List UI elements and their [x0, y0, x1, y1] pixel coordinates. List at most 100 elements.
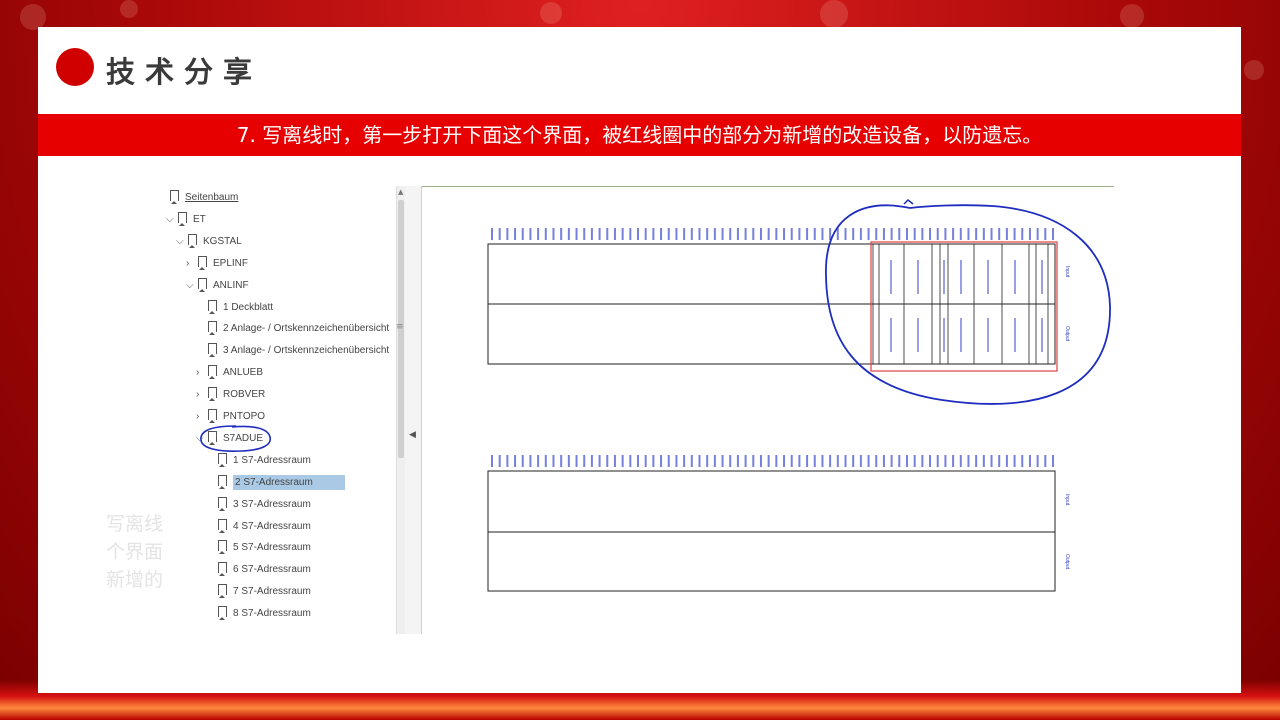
scroll-up-icon[interactable]: ▲ [398, 188, 403, 196]
address-tick [736, 455, 739, 467]
address-tick [859, 455, 862, 467]
tree-item[interactable]: 3 Anlage- / Ortskennzeichenübersicht [196, 341, 389, 361]
address-tick [744, 455, 747, 467]
tree-item[interactable]: Seitenbaum [170, 188, 238, 208]
address-tick [852, 228, 855, 240]
address-tick [613, 228, 616, 240]
title-bullet-icon [56, 48, 94, 86]
chevron-down-icon[interactable]: ⌵ [176, 232, 188, 252]
tree-item[interactable]: 1 S7-Adressraum [206, 451, 311, 471]
address-tick [975, 455, 978, 467]
address-tick [706, 455, 709, 467]
address-tick [521, 228, 524, 240]
bookmark-icon [170, 190, 179, 204]
tree-item-label: EPLINF [213, 257, 249, 269]
tree-item[interactable]: 3 S7-Adressraum [206, 495, 311, 515]
address-tick [836, 228, 839, 240]
address-tick [660, 455, 663, 467]
bookmark-icon [208, 343, 217, 358]
address-tick [1028, 455, 1031, 467]
address-tick [652, 228, 655, 240]
address-tick [1021, 455, 1024, 467]
chevron-down-icon[interactable]: ⌵ [186, 276, 198, 296]
chevron-right-icon[interactable]: › [186, 254, 198, 274]
address-tick [936, 455, 939, 467]
address-tick [998, 228, 1001, 240]
address-tick [936, 228, 939, 240]
tree-item[interactable]: 7 S7-Adressraum [206, 582, 311, 602]
panel2-output-label: Output [1064, 554, 1070, 570]
tree-item[interactable]: ⌵ ET [166, 210, 206, 230]
tree-item-label: 3 S7-Adressraum [233, 498, 311, 510]
address-tick [783, 455, 786, 467]
collapse-left-icon[interactable]: ◀ [409, 430, 416, 440]
chevron-right-icon[interactable]: › [196, 385, 208, 405]
address-tick [852, 455, 855, 467]
tree-item[interactable]: 6 S7-Adressraum [206, 560, 311, 580]
tree-item[interactable]: ⌵ ANLINF [186, 276, 249, 296]
address-tick [567, 228, 570, 240]
address-tick [752, 455, 755, 467]
address-tick [637, 455, 640, 467]
panel-splitter[interactable]: ≡ ◀ [396, 186, 422, 634]
address-tick [491, 455, 493, 467]
tree-item[interactable]: 2 Anlage- / Ortskennzeichenübersicht [196, 319, 389, 339]
address-tick [537, 228, 540, 240]
chevron-right-icon[interactable]: › [196, 363, 208, 383]
bookmark-icon [208, 409, 217, 423]
address-tick [552, 228, 555, 240]
address-tick [690, 455, 693, 467]
chevron-down-icon[interactable]: ⌵ [166, 210, 178, 230]
address-tick [721, 228, 724, 240]
tree-item[interactable]: ⌵ KGSTAL [176, 232, 242, 252]
address-tick [560, 455, 563, 467]
annotation-tail [903, 198, 914, 205]
module-label-mark [917, 318, 919, 352]
address-tick [967, 228, 970, 240]
tree-item[interactable]: › ANLUEB [196, 363, 263, 383]
tree-item[interactable]: › EPLINF [186, 254, 248, 274]
address-tick [644, 228, 647, 240]
address-tick [921, 228, 924, 240]
panel1-output-label: Output [1064, 326, 1070, 342]
tree-item[interactable]: 8 S7-Adressraum [206, 604, 311, 624]
screenshot: Seitenbaum ⌵ ET ⌵ KGSTAL › EPLINF ⌵ ANLINF 1 Deck… [164, 186, 1114, 634]
address-tick [637, 228, 640, 240]
address-tick [706, 228, 709, 240]
tree-item-label: 1 S7-Adressraum [233, 454, 311, 466]
address-tick [890, 228, 893, 240]
address-tick [575, 455, 578, 467]
tree-item[interactable]: › ROBVER [196, 385, 265, 405]
tree-item[interactable]: 4 S7-Adressraum [206, 517, 311, 537]
address-tick [867, 228, 870, 240]
address-tick [806, 455, 809, 467]
address-tick [752, 228, 755, 240]
tree-item[interactable]: 5 S7-Adressraum [206, 538, 311, 558]
address-tick [491, 228, 493, 240]
address-tick [890, 455, 893, 467]
address-tick [621, 455, 624, 467]
tree-item-label: ANLUEB [223, 367, 264, 379]
tree-item-label: PNTOPO [223, 411, 266, 422]
address-tick [982, 228, 985, 240]
address-tick [944, 228, 947, 240]
ghost-text-2: 个界面 [106, 541, 164, 563]
address-tick [560, 228, 563, 240]
address-tick [1013, 228, 1016, 240]
address-tick [606, 455, 609, 467]
address-tick [667, 228, 670, 240]
address-tick [713, 228, 716, 240]
tree-item-label: 1 Deckblatt [223, 301, 274, 313]
address-tick [929, 228, 932, 240]
address-tick [759, 228, 762, 240]
panel1-input-label: Input [1064, 266, 1070, 278]
tree-item[interactable]: 1 Deckblatt [196, 298, 273, 318]
module-label-mark [917, 260, 919, 294]
address-tick [1005, 455, 1008, 467]
address-tick [998, 455, 1001, 467]
address-tick [905, 455, 908, 467]
address-tick [606, 228, 609, 240]
address-tick [529, 228, 532, 240]
tree-item[interactable]: 2 S7-Adressraum [206, 473, 345, 493]
panel2-box [487, 470, 1056, 592]
